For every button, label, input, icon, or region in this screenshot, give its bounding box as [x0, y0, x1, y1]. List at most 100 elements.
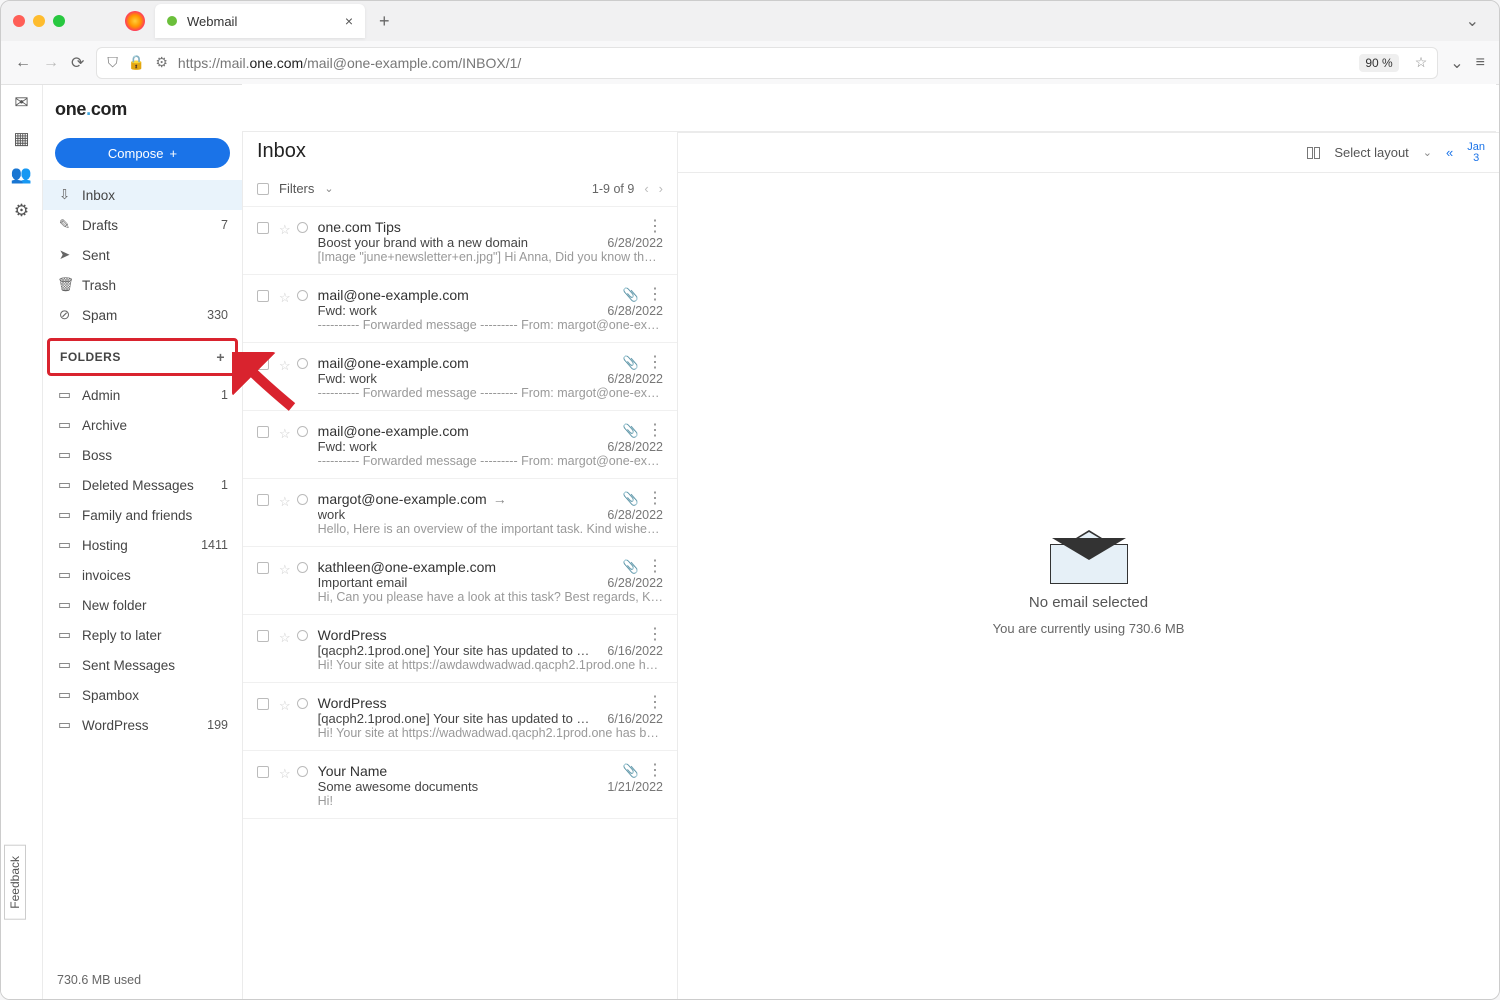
- sidebar-folder-spambox[interactable]: ▭ Spambox: [43, 680, 242, 710]
- sidebar-folder-family-and-friends[interactable]: ▭ Family and friends: [43, 500, 242, 530]
- message-row[interactable]: ☆ WordPress ⋮ [qacph2.1prod.one] Your si…: [243, 615, 677, 683]
- star-icon[interactable]: ☆: [279, 358, 291, 400]
- message-row[interactable]: ☆ WordPress ⋮ [qacph2.1prod.one] Your si…: [243, 683, 677, 751]
- sidebar-folder-new-folder[interactable]: ▭ New folder: [43, 590, 242, 620]
- message-more-icon[interactable]: ⋮: [647, 494, 663, 504]
- read-status-icon[interactable]: [297, 698, 308, 709]
- minimize-window-icon[interactable]: [33, 15, 45, 27]
- sidebar-folder-wordpress[interactable]: ▭ WordPress 199: [43, 710, 242, 740]
- settings-rail-icon[interactable]: ⚙: [14, 201, 29, 221]
- read-status-icon[interactable]: [297, 494, 308, 505]
- message-row[interactable]: ☆ margot@one-example.com → 📎 ⋮ work 6/28…: [243, 479, 677, 547]
- zoom-level[interactable]: 90 %: [1359, 54, 1398, 72]
- star-icon[interactable]: ☆: [279, 562, 291, 604]
- message-row[interactable]: ☆ mail@one-example.com 📎 ⋮ Fwd: work 6/2…: [243, 411, 677, 479]
- message-checkbox[interactable]: [257, 426, 269, 438]
- back-icon[interactable]: ←: [15, 54, 31, 72]
- read-status-icon[interactable]: [297, 358, 308, 369]
- compose-button[interactable]: Compose +: [55, 138, 230, 168]
- star-icon[interactable]: ☆: [279, 698, 291, 740]
- next-page-icon[interactable]: ›: [659, 181, 663, 196]
- sidebar-folder-reply-to-later[interactable]: ▭ Reply to later: [43, 620, 242, 650]
- star-icon[interactable]: ☆: [279, 290, 291, 332]
- pocket-icon[interactable]: ⌄: [1450, 53, 1463, 73]
- mail-rail-icon[interactable]: ✉: [14, 93, 28, 113]
- maximize-window-icon[interactable]: [53, 15, 65, 27]
- folder-icon: ▭: [57, 717, 72, 733]
- message-checkbox[interactable]: [257, 766, 269, 778]
- sidebar-item-inbox[interactable]: ⇩ Inbox: [43, 180, 242, 210]
- message-more-icon[interactable]: ⋮: [647, 426, 663, 436]
- layout-icon[interactable]: [1307, 147, 1320, 159]
- sidebar-folder-archive[interactable]: ▭ Archive: [43, 410, 242, 440]
- permissions-icon[interactable]: ⚙: [155, 54, 168, 71]
- message-checkbox[interactable]: [257, 698, 269, 710]
- sidebar-folder-boss[interactable]: ▭ Boss: [43, 440, 242, 470]
- sidebar-folder-hosting[interactable]: ▭ Hosting 1411: [43, 530, 242, 560]
- message-checkbox[interactable]: [257, 494, 269, 506]
- read-status-icon[interactable]: [297, 630, 308, 641]
- menu-icon[interactable]: ≡: [1476, 54, 1485, 72]
- feedback-tab[interactable]: Feedback: [4, 845, 26, 920]
- read-status-icon[interactable]: [297, 222, 308, 233]
- prev-page-icon[interactable]: ‹: [644, 181, 648, 196]
- read-status-icon[interactable]: [297, 290, 308, 301]
- new-tab-icon[interactable]: +: [379, 11, 390, 32]
- sidebar-item-spam[interactable]: ⊘ Spam 330: [43, 300, 242, 330]
- lock-icon[interactable]: 🔒: [128, 54, 145, 71]
- reload-icon[interactable]: ⟳: [71, 53, 84, 73]
- select-layout-label[interactable]: Select layout: [1334, 145, 1408, 160]
- message-row[interactable]: ☆ one.com Tips ⋮ Boost your brand with a…: [243, 207, 677, 275]
- shield-icon[interactable]: ⛉: [107, 54, 118, 71]
- close-window-icon[interactable]: [13, 15, 25, 27]
- sidebar-folder-sent-messages[interactable]: ▭ Sent Messages: [43, 650, 242, 680]
- url-bar[interactable]: ⛉ 🔒 ⚙ https://mail.one.com/mail@one-exam…: [96, 47, 1438, 79]
- layout-chevron-icon[interactable]: ⌄: [1423, 146, 1432, 159]
- browser-tab[interactable]: Webmail ×: [155, 4, 365, 38]
- message-checkbox[interactable]: [257, 290, 269, 302]
- read-status-icon[interactable]: [297, 766, 308, 777]
- star-icon[interactable]: ☆: [279, 494, 291, 536]
- message-more-icon[interactable]: ⋮: [647, 766, 663, 776]
- sidebar-folder-invoices[interactable]: ▭ invoices: [43, 560, 242, 590]
- star-icon[interactable]: ☆: [279, 222, 291, 264]
- tabs-dropdown-icon[interactable]: ⌄: [1466, 11, 1479, 31]
- read-status-icon[interactable]: [297, 562, 308, 573]
- message-checkbox[interactable]: [257, 562, 269, 574]
- message-more-icon[interactable]: ⋮: [647, 562, 663, 572]
- collapse-icon[interactable]: «: [1446, 145, 1453, 160]
- message-subject: Important email: [318, 575, 600, 590]
- filters-label[interactable]: Filters: [279, 181, 314, 196]
- select-all-checkbox[interactable]: [257, 183, 269, 195]
- message-more-icon[interactable]: ⋮: [647, 698, 663, 708]
- message-row[interactable]: ☆ mail@one-example.com 📎 ⋮ Fwd: work 6/2…: [243, 343, 677, 411]
- message-preview: Hi, Can you please have a look at this t…: [318, 590, 663, 604]
- sidebar-folder-deleted-messages[interactable]: ▭ Deleted Messages 1: [43, 470, 242, 500]
- sidebar-folder-admin[interactable]: ▭ Admin 1: [43, 380, 242, 410]
- date-chip[interactable]: Jan 3: [1467, 142, 1485, 164]
- bookmark-star-icon[interactable]: ☆: [1415, 54, 1428, 71]
- message-row[interactable]: ☆ mail@one-example.com 📎 ⋮ Fwd: work 6/2…: [243, 275, 677, 343]
- star-icon[interactable]: ☆: [279, 766, 291, 808]
- star-icon[interactable]: ☆: [279, 630, 291, 672]
- sidebar-item-trash[interactable]: 🗑 Trash: [43, 270, 242, 300]
- message-more-icon[interactable]: ⋮: [647, 630, 663, 640]
- message-row[interactable]: ☆ kathleen@one-example.com 📎 ⋮ Important…: [243, 547, 677, 615]
- message-more-icon[interactable]: ⋮: [647, 358, 663, 368]
- filters-chevron-icon[interactable]: ⌄: [324, 182, 333, 195]
- message-checkbox[interactable]: [257, 222, 269, 234]
- star-icon[interactable]: ☆: [279, 426, 291, 468]
- read-status-icon[interactable]: [297, 426, 308, 437]
- folders-header[interactable]: FOLDERS +: [47, 338, 238, 376]
- add-folder-icon[interactable]: +: [216, 349, 225, 365]
- calendar-rail-icon[interactable]: ▦: [13, 129, 29, 149]
- tab-close-icon[interactable]: ×: [345, 13, 353, 29]
- sidebar-item-sent[interactable]: ➤ Sent: [43, 240, 242, 270]
- message-checkbox[interactable]: [257, 358, 269, 370]
- message-row[interactable]: ☆ Your Name 📎 ⋮ Some awesome documents 1…: [243, 751, 677, 819]
- contacts-rail-icon[interactable]: 👥: [11, 165, 32, 185]
- sidebar-item-drafts[interactable]: ✎ Drafts 7: [43, 210, 242, 240]
- message-more-icon[interactable]: ⋮: [647, 222, 663, 232]
- message-checkbox[interactable]: [257, 630, 269, 642]
- message-more-icon[interactable]: ⋮: [647, 290, 663, 300]
